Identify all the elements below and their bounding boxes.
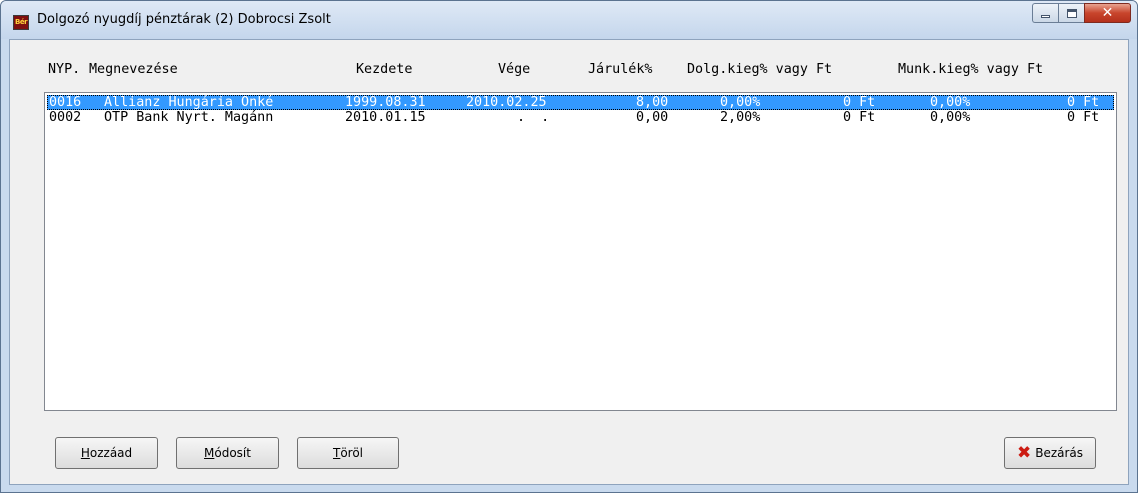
delete-button[interactable]: Töröl [297,437,399,469]
header-end: Vége [498,62,531,77]
row-nyp: 0002 [49,110,82,125]
row-emp-pct: 0,00% [720,95,761,110]
row-end: 2010.02.25 [466,95,547,110]
window-title: Dolgozó nyugdíj pénztárak (2) Dobrocsi Z… [37,12,331,27]
row-emp-ft: 0 Ft [843,95,876,110]
caption-buttons: ✕ [1032,3,1131,23]
header-name: Megnevezése [89,62,178,77]
list-header: NYP. Megnevezése Kezdete Vége Járulék% D… [48,62,1043,78]
delete-accel: T [332,446,341,460]
row-er-pct: 0,00% [930,95,971,110]
row-emp-ft: 0 Ft [843,110,876,125]
add-label: ozzáad [89,446,133,460]
row-er-pct: 0,00% [930,110,971,125]
modify-accel: M [204,446,215,460]
minimize-button[interactable] [1032,3,1058,23]
add-accel: H [80,446,90,460]
row-nyp: 0016 [49,95,82,110]
row-start: 2010.01.15 [345,110,426,125]
app-icon[interactable]: Bér [13,15,29,30]
app-icon-text: Bér [15,18,28,26]
close-dialog-button[interactable]: ✖ Bezárás [1004,437,1096,469]
row-start: 1999.08.31 [345,95,426,110]
modify-button[interactable]: Módosít [176,437,279,469]
close-dialog-label: Bezárás [1035,446,1084,460]
maximize-button[interactable] [1058,3,1084,23]
header-employer-extra: Munk.kieg% vagy Ft [898,62,1044,77]
row-er-ft: 0 Ft [1067,110,1100,125]
maximize-icon [1066,8,1077,18]
close-x-icon: ✖ [1016,443,1032,463]
minimize-icon [1041,14,1050,18]
header-contrib: Járulék% [588,62,653,77]
add-button[interactable]: Hozzáad [55,437,158,469]
delete-label: öröl [340,446,364,460]
row-contrib: 8,00 [636,95,669,110]
header-nyp: NYP. [48,62,81,77]
header-emp-extra: Dolg.kieg% vagy Ft [687,62,833,77]
modify-label: ódosít [214,446,251,460]
dialog-client-area: NYP. Megnevezése Kezdete Vége Járulék% D… [9,39,1129,485]
close-icon: ✕ [1101,5,1114,21]
row-emp-pct: 2,00% [720,110,761,125]
row-end: . . [517,110,550,125]
pension-fund-list[interactable]: 0016 Allianz Hungária Önké 1999.08.31 20… [44,92,1117,411]
row-contrib: 0,00 [636,110,669,125]
app-window: Bér Dolgozó nyugdíj pénztárak (2) Dobroc… [0,0,1138,493]
row-name: Allianz Hungária Önké [104,95,274,110]
row-name: OTP Bank Nyrt. Magánn [104,110,274,125]
list-row-0016[interactable]: 0016 Allianz Hungária Önké 1999.08.31 20… [47,95,1114,110]
header-start: Kezdete [356,62,413,77]
title-bar[interactable]: Bér Dolgozó nyugdíj pénztárak (2) Dobroc… [1,1,1137,39]
row-er-ft: 0 Ft [1067,95,1100,110]
close-window-button[interactable]: ✕ [1084,3,1131,23]
list-row-0002[interactable]: 0002 OTP Bank Nyrt. Magánn 2010.01.15 . … [47,110,1114,125]
